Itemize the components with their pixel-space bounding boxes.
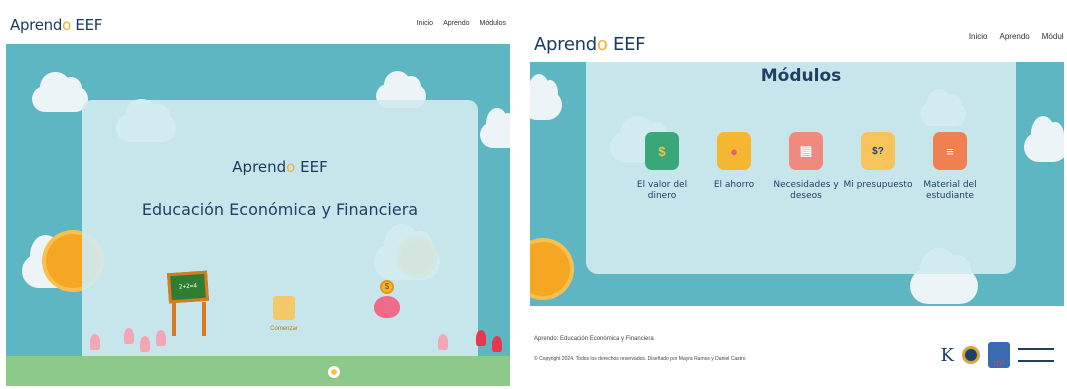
- nav-item-inicio[interactable]: Inicio: [417, 20, 433, 27]
- partner-logo-k: K: [940, 344, 954, 366]
- nav-menu: Inicio Aprendo Módulos: [969, 32, 1064, 41]
- cloud-decoration: [1024, 115, 1064, 162]
- brand-name-part1: Aprend: [534, 34, 597, 55]
- tulip-icon: [156, 330, 166, 346]
- modules-screen: Aprendo EEF Inicio Aprendo Módulos Módul…: [530, 6, 1064, 386]
- brand-name-part3: EEF: [70, 16, 103, 34]
- daisy-icon: [328, 366, 340, 378]
- module-label: El valor del dinero: [636, 180, 688, 201]
- tulip-icon: [90, 334, 100, 350]
- top-navbar: Aprendo EEF Inicio Aprendo Módulos: [6, 6, 510, 44]
- module-label: Mi presupuesto: [843, 180, 913, 190]
- hero-title: Educación Económica y Financiera: [141, 200, 419, 219]
- brand-name-part1: Aprend: [10, 16, 63, 34]
- footer-title: Aprendo: Educación Económica y Financier…: [534, 336, 654, 342]
- budget-icon: $?: [861, 132, 895, 170]
- nav-item-aprendo[interactable]: Aprendo: [443, 20, 469, 27]
- module-label: El ahorro: [713, 180, 755, 190]
- module-material-estudiante[interactable]: ≡ Material del estudiante: [914, 132, 986, 202]
- partner-logos: K m²: [941, 342, 1054, 368]
- hero-brand-logo: Aprendo EEF: [82, 158, 478, 176]
- partner-logo-seal: [962, 346, 980, 364]
- start-icon[interactable]: [273, 296, 295, 320]
- tulip-icon: [476, 330, 486, 346]
- brand-name-part3: EEF: [607, 34, 646, 55]
- top-navbar: Aprendo EEF Inicio Aprendo Módulos: [530, 6, 1064, 62]
- brand-logo[interactable]: Aprendo EEF: [534, 34, 646, 55]
- sun-decoration: [530, 242, 570, 296]
- landing-screen: Aprendo EEF Inicio Aprendo Módulos Apren…: [6, 6, 510, 386]
- hero-brand-part3: EEF: [295, 158, 328, 176]
- modules-list: $ El valor del dinero ● El ahorro ▤ Nece…: [626, 132, 986, 202]
- easel-icon: [172, 302, 206, 336]
- module-label: Necesidades y deseos: [773, 180, 839, 201]
- module-label: Material del estudiante: [923, 180, 977, 201]
- modules-scene: Módulos $ El valor del dinero ● El ahorr…: [530, 62, 1064, 306]
- nav-menu: Inicio Aprendo Módulos: [417, 20, 506, 27]
- brand-name-accent: o: [62, 16, 71, 34]
- modules-panel: Módulos $ El valor del dinero ● El ahorr…: [586, 62, 1016, 274]
- hero-brand-part1: Aprend: [232, 158, 287, 176]
- book-stack-icon: ≡: [933, 132, 967, 170]
- tulip-icon: [438, 334, 448, 350]
- piggy-bank-icon: [374, 296, 400, 318]
- chalkboard-icon: 2+2=4: [167, 270, 209, 304]
- tulip-icon: [124, 328, 134, 344]
- piggy-bank-icon: ●: [717, 132, 751, 170]
- nav-item-inicio[interactable]: Inicio: [969, 32, 988, 41]
- nav-item-modulos[interactable]: Módulos: [480, 20, 506, 27]
- module-ahorro[interactable]: ● El ahorro: [698, 132, 770, 202]
- coin-icon: $: [645, 132, 679, 170]
- chalkboard-text: 2+2=4: [178, 282, 198, 291]
- hero-brand-accent: o: [286, 158, 296, 176]
- hero-scene: Aprendo EEF Educación Económica y Financ…: [6, 44, 510, 386]
- document-icon: ▤: [789, 132, 823, 170]
- start-button[interactable]: Comenzar: [258, 326, 310, 332]
- partner-logo-cube: m²: [988, 342, 1010, 368]
- brand-logo[interactable]: Aprendo EEF: [10, 16, 102, 34]
- modules-title: Módulos: [760, 66, 842, 86]
- coin-icon: $: [380, 280, 394, 294]
- module-valor-dinero[interactable]: $ El valor del dinero: [626, 132, 698, 202]
- nav-item-modulos[interactable]: Módulos: [1042, 32, 1064, 41]
- nav-item-aprendo[interactable]: Aprendo: [1000, 32, 1030, 41]
- cloud-decoration: [530, 73, 562, 120]
- cloud-decoration: [32, 71, 88, 112]
- tulip-icon: [492, 336, 502, 352]
- partner-logo-wordmark: [1018, 348, 1054, 362]
- brand-name-accent: o: [596, 34, 608, 55]
- cloud-decoration: [480, 107, 510, 148]
- grass-decoration: [6, 356, 510, 386]
- footer-copyright: © Copyright 2024. Todos los derechos res…: [534, 356, 746, 362]
- module-mi-presupuesto[interactable]: $? Mi presupuesto: [842, 132, 914, 202]
- module-necesidades-deseos[interactable]: ▤ Necesidades y deseos: [770, 132, 842, 202]
- page-footer: Aprendo: Educación Económica y Financier…: [530, 306, 1064, 386]
- tulip-icon: [140, 336, 150, 352]
